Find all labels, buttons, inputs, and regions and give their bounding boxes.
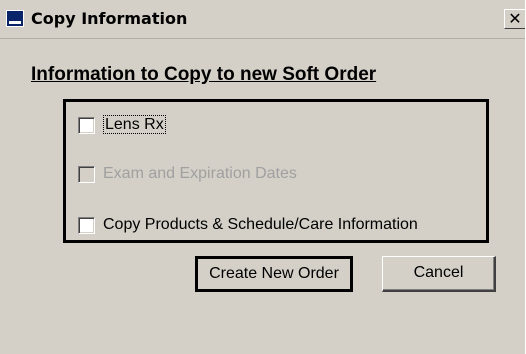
exam-expiration-label: Exam and Expiration Dates (103, 165, 297, 182)
exam-expiration-option: Exam and Expiration Dates (78, 165, 378, 186)
cancel-button[interactable]: Cancel (382, 256, 496, 292)
copy-products-checkbox[interactable] (78, 217, 95, 234)
lens-rx-checkbox[interactable] (78, 117, 95, 134)
title-bar[interactable]: Copy Information ✕ (0, 0, 525, 39)
close-icon: ✕ (508, 9, 522, 28)
close-button[interactable]: ✕ (504, 9, 525, 29)
lens-rx-label[interactable]: Lens Rx (103, 115, 166, 134)
create-new-order-button[interactable]: Create New Order (195, 256, 353, 292)
lens-rx-option[interactable]: Lens Rx (78, 115, 278, 137)
window-title: Copy Information (31, 9, 188, 28)
window-icon (6, 10, 24, 27)
exam-expiration-checkbox (78, 166, 95, 183)
copy-information-dialog: Copy Information ✕ Information to Copy t… (0, 0, 526, 354)
section-heading: Information to Copy to new Soft Order (31, 64, 377, 85)
copy-products-label[interactable]: Copy Products & Schedule/Care Informatio… (103, 216, 418, 234)
copy-products-option[interactable]: Copy Products & Schedule/Care Informatio… (78, 216, 478, 237)
